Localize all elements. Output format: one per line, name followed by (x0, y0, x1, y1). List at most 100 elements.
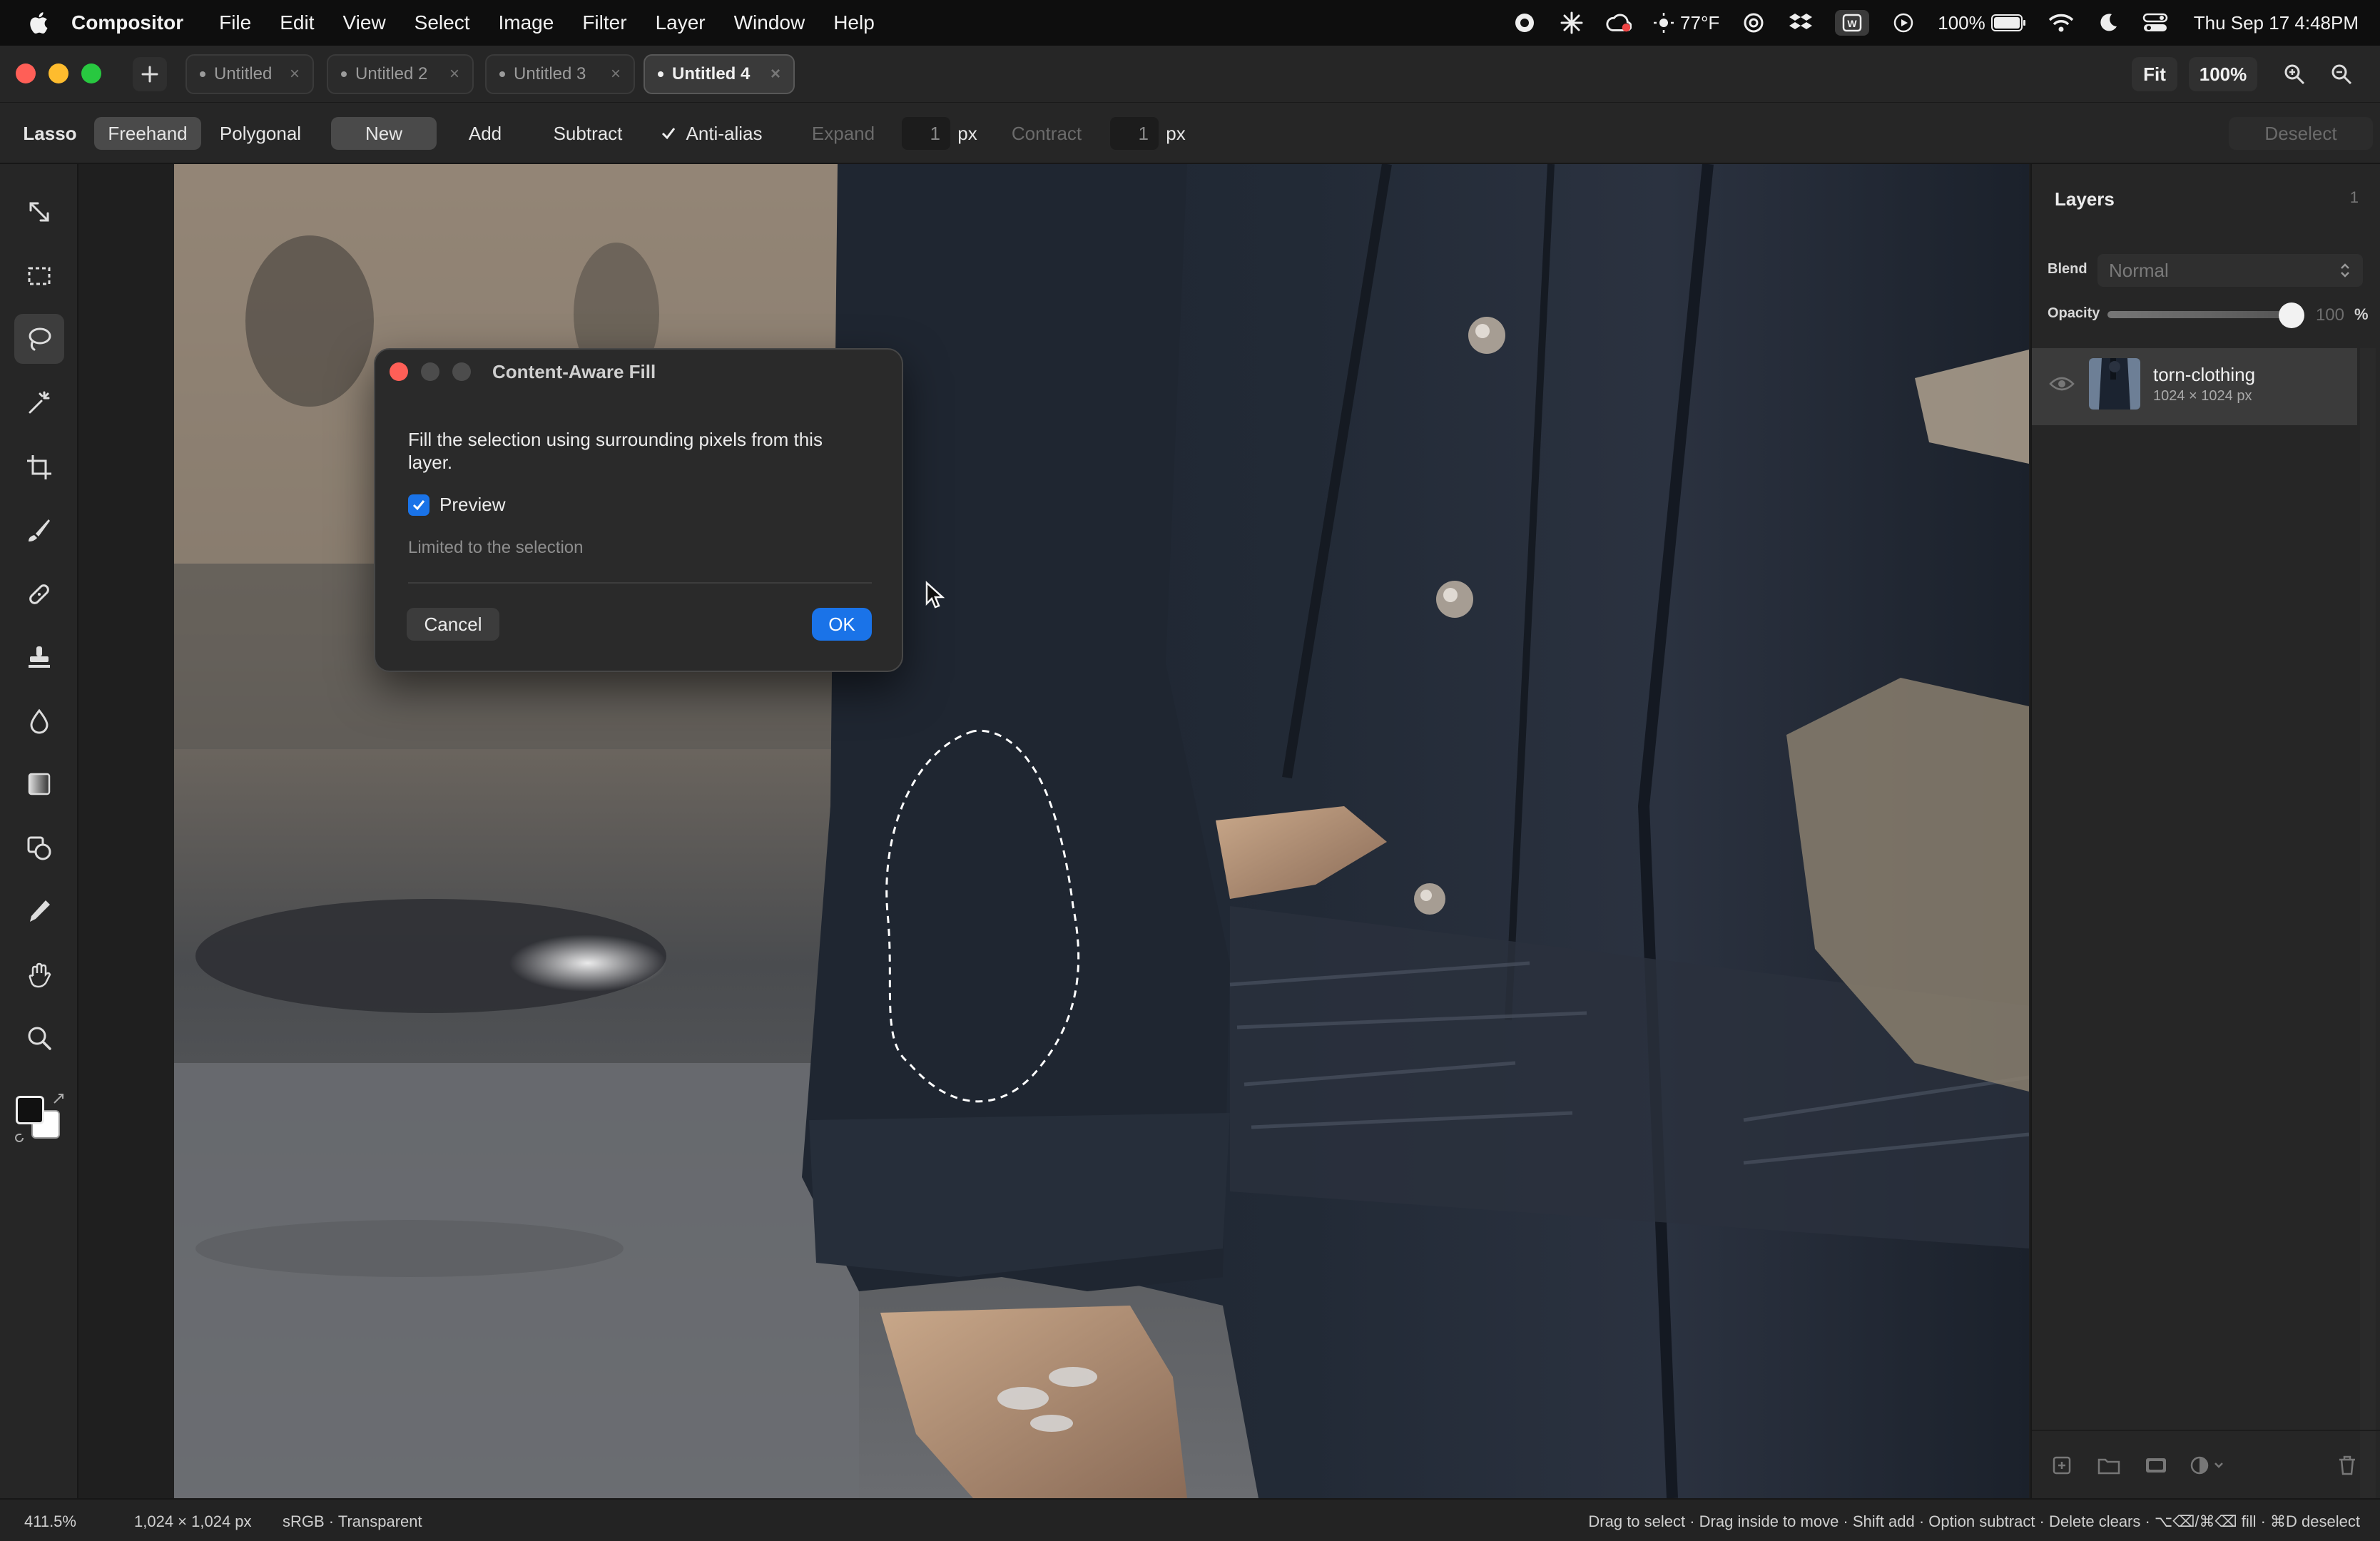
layers-scrollbar[interactable] (2360, 348, 2376, 1541)
eyedropper-icon (30, 900, 50, 922)
new-tab-button[interactable] (133, 57, 167, 91)
antialias-toggle[interactable]: Anti-alias (654, 117, 768, 150)
antialias-checkbox[interactable] (659, 124, 678, 143)
crop-tool[interactable] (14, 442, 64, 492)
menu-bar: Compositor File Edit View Select Image F… (0, 0, 2380, 46)
polygonal-mode-button[interactable]: Polygonal (208, 117, 312, 150)
expand-button[interactable]: Expand (793, 117, 893, 150)
color-swatches[interactable] (13, 1092, 67, 1146)
dialog-close-button[interactable] (390, 362, 408, 381)
canvas-area[interactable] (78, 164, 2030, 1498)
fit-button[interactable]: Fit (2132, 57, 2177, 91)
contract-input[interactable]: 1 (1110, 117, 1159, 150)
zoom-out-button[interactable] (2323, 57, 2360, 91)
sparkle-icon[interactable] (1559, 10, 1585, 36)
move-tool[interactable] (14, 187, 64, 237)
gradient-tool[interactable] (14, 759, 64, 809)
control-center-icon[interactable] (2142, 10, 2168, 36)
word-icon[interactable]: W (1835, 10, 1870, 36)
gradient-icon (28, 773, 51, 795)
stamp-tool[interactable] (14, 632, 64, 682)
zoom-in-button[interactable] (2276, 57, 2313, 91)
window-maximize-button[interactable] (81, 63, 101, 83)
menu-file[interactable]: File (219, 11, 251, 34)
layer-row[interactable]: torn-clothing 1024 × 1024 px (2032, 348, 2357, 425)
trash-icon[interactable] (2334, 1453, 2360, 1478)
app-menu[interactable]: Compositor (71, 11, 183, 34)
creative-cloud-icon[interactable] (1606, 10, 1632, 36)
eye-icon[interactable] (2049, 375, 2075, 392)
record-icon[interactable] (1512, 10, 1537, 36)
shape-tool[interactable] (14, 823, 64, 873)
reset-colors-icon[interactable] (13, 1131, 26, 1144)
menu-select[interactable]: Select (415, 11, 470, 34)
apple-icon[interactable] (27, 10, 53, 36)
battery-widget[interactable]: 100% (1938, 12, 2027, 34)
tab-close-icon[interactable]: × (449, 64, 459, 84)
weather-temp: 77°F (1680, 11, 1720, 34)
play-icon[interactable] (1891, 10, 1916, 36)
layers-panel: Layers 1 Blend Normal Opacity 100 % torn… (2030, 164, 2380, 1541)
menu-edit[interactable]: Edit (280, 11, 314, 34)
window-minimize-button[interactable] (49, 63, 68, 83)
focus-moon-icon[interactable] (2095, 10, 2121, 36)
opacity-input[interactable]: 100 (2306, 300, 2351, 331)
tab-close-icon[interactable]: × (771, 64, 780, 84)
magic-wand-tool[interactable] (14, 378, 64, 428)
ok-button[interactable]: OK (812, 608, 872, 641)
battery-icon (1990, 14, 2025, 31)
adjustment-layer-icon[interactable] (2187, 1453, 2230, 1478)
preview-toggle[interactable]: Preview (408, 494, 505, 516)
tab-untitled-2[interactable]: Untitled 2 × (327, 54, 474, 94)
layer-mask-icon[interactable] (2143, 1453, 2169, 1478)
opacity-slider-thumb[interactable] (2279, 302, 2304, 328)
freehand-mode-button[interactable]: Freehand (94, 117, 201, 150)
weather-widget[interactable]: 77°F (1653, 12, 1719, 34)
dialog-note: Limited to the selection (408, 538, 584, 557)
dropbox-icon[interactable] (1788, 10, 1814, 36)
healing-tool[interactable] (14, 569, 64, 619)
blend-mode-select[interactable]: Normal (2097, 254, 2363, 287)
menu-help[interactable]: Help (833, 11, 875, 34)
tools-panel (0, 164, 78, 1498)
zoom-tool[interactable] (14, 1013, 64, 1063)
opacity-slider-track[interactable] (2107, 311, 2287, 318)
tab-close-icon[interactable]: × (611, 64, 621, 84)
tab-untitled-3[interactable]: Untitled 3 × (485, 54, 635, 94)
window-close-button[interactable] (16, 63, 36, 83)
expand-input[interactable]: 1 (902, 117, 950, 150)
wifi-icon[interactable] (2048, 10, 2074, 36)
menu-layer[interactable]: Layer (656, 11, 706, 34)
tab-untitled-4[interactable]: Untitled 4 × (644, 54, 795, 94)
add-selection-button[interactable]: Add (442, 117, 528, 150)
lasso-tool[interactable] (14, 314, 64, 364)
contract-button[interactable]: Contract (997, 117, 1096, 150)
openai-icon[interactable] (1741, 10, 1766, 36)
menu-filter[interactable]: Filter (582, 11, 626, 34)
eyedropper-tool[interactable] (14, 886, 64, 936)
foreground-color-swatch[interactable] (16, 1096, 44, 1124)
subtract-selection-button[interactable]: Subtract (539, 117, 636, 150)
new-layer-icon[interactable] (2049, 1453, 2075, 1478)
layer-size: 1024 × 1024 px (2153, 388, 2252, 404)
hand-tool[interactable] (14, 950, 64, 1000)
clock[interactable]: Thu Sep 17 4:48PM (2194, 12, 2359, 34)
checkmark-icon (661, 128, 675, 140)
menu-window[interactable]: Window (734, 11, 805, 34)
new-selection-button[interactable]: New (331, 117, 437, 150)
cancel-button[interactable]: Cancel (407, 608, 499, 641)
brush-tool[interactable] (14, 505, 64, 555)
preview-checkbox[interactable] (408, 494, 429, 516)
blur-tool[interactable] (14, 696, 64, 746)
deselect-button[interactable]: Deselect (2229, 117, 2373, 150)
menu-image[interactable]: Image (499, 11, 554, 34)
hand-icon (29, 962, 51, 988)
zoom-level[interactable]: 100% (2189, 57, 2257, 91)
marquee-tool[interactable] (14, 251, 64, 301)
swap-colors-icon[interactable] (51, 1092, 66, 1106)
tab-close-icon[interactable]: × (290, 64, 300, 84)
menu-view[interactable]: View (342, 11, 385, 34)
layer-thumbnail (2089, 358, 2140, 410)
tab-untitled[interactable]: Untitled × (185, 54, 314, 94)
new-group-icon[interactable] (2096, 1453, 2122, 1478)
